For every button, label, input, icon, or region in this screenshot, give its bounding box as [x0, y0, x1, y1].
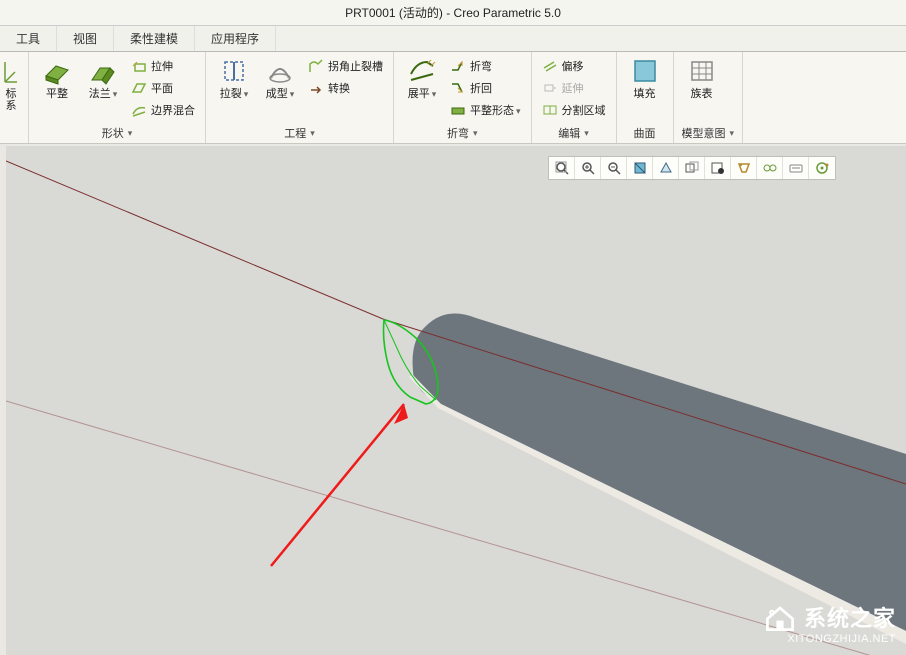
extrude-icon [131, 58, 147, 74]
window-title: PRT0001 (活动的) - Creo Parametric 5.0 [345, 6, 561, 20]
corner-relief-icon [308, 58, 324, 74]
group-label-engineering[interactable]: 工程 [214, 121, 385, 143]
graphics-viewport[interactable]: 系统之家 XITONGZHIJIA.NET [6, 146, 906, 655]
group-label-shape[interactable]: 形状 [37, 121, 197, 143]
display-style-icon[interactable] [653, 157, 679, 179]
spin-center-icon[interactable] [809, 157, 835, 179]
datum-display-icon[interactable] [757, 157, 783, 179]
annotation-display-icon[interactable] [783, 157, 809, 179]
ribbon: 标系 系 平整 法兰 拉伸 [0, 52, 906, 144]
flat-form-icon [450, 102, 466, 118]
watermark-url: XITONGZHIJIA.NET [787, 633, 896, 645]
unbend-button[interactable]: 折回 [448, 78, 523, 98]
tab-view[interactable]: 视图 [57, 26, 114, 51]
saved-views-icon[interactable] [679, 157, 705, 179]
refit-icon[interactable] [549, 157, 575, 179]
split-area-button[interactable]: 分割区域 [540, 100, 608, 120]
fill-button[interactable]: 填充 [625, 56, 665, 100]
tear-icon [219, 56, 249, 86]
group-shape: 平整 法兰 拉伸 平面 边界混合 [29, 52, 206, 143]
flange-icon [88, 56, 118, 86]
group-label-intent[interactable]: 模型意图 [682, 121, 735, 143]
model-scene [6, 146, 906, 655]
group-bend: 展平 折弯 折回 平整形态 折弯 [394, 52, 532, 143]
unbend-icon [450, 80, 466, 96]
tab-flexible-modeling[interactable]: 柔性建模 [114, 26, 195, 51]
group-model-intent: 族表 模型意图 [674, 52, 744, 143]
coord-sys-button[interactable]: 标系 [2, 56, 20, 112]
watermark: 系统之家 XITONGZHIJIA.NET [762, 599, 896, 645]
extend-icon [542, 80, 558, 96]
plane-button[interactable]: 平面 [129, 78, 197, 98]
convert-icon [308, 80, 324, 96]
flatten-icon [407, 56, 437, 86]
repaint-icon[interactable] [627, 157, 653, 179]
offset-button[interactable]: 偏移 [540, 56, 608, 76]
family-table-icon [687, 56, 717, 86]
coord-sys-icon [0, 56, 26, 86]
title-bar: PRT0001 (活动的) - Creo Parametric 5.0 [0, 0, 906, 26]
flatten-button[interactable]: 展平 [402, 56, 442, 120]
house-icon [762, 599, 798, 635]
group-label-edit[interactable]: 编辑 [540, 121, 608, 143]
view-toolbar [548, 156, 836, 180]
zoom-in-icon[interactable] [575, 157, 601, 179]
flat-icon [42, 56, 72, 86]
group-engineering: 拉裂 成型 拐角止裂槽 转换 工程 [206, 52, 394, 143]
convert-button[interactable]: 转换 [306, 78, 385, 98]
coord-sys-label: 标系 [4, 88, 18, 112]
extrude-button[interactable]: 拉伸 [129, 56, 197, 76]
boundary-blend-button[interactable]: 边界混合 [129, 100, 197, 120]
corner-relief-button[interactable]: 拐角止裂槽 [306, 56, 385, 76]
view-manager-icon[interactable] [705, 157, 731, 179]
zoom-out-icon[interactable] [601, 157, 627, 179]
tab-tools[interactable]: 工具 [0, 26, 57, 51]
offset-icon [542, 58, 558, 74]
perspective-icon[interactable] [731, 157, 757, 179]
group-label-surface: 曲面 [625, 121, 665, 143]
tab-applications[interactable]: 应用程序 [195, 26, 276, 51]
family-table-button[interactable]: 族表 [682, 56, 722, 100]
flat-button[interactable]: 平整 [37, 56, 77, 120]
boundary-blend-icon [131, 102, 147, 118]
graphics-viewport-area: 系统之家 XITONGZHIJIA.NET [0, 144, 906, 655]
form-button[interactable]: 成型 [260, 56, 300, 120]
group-edit: 偏移 延伸 分割区域 编辑 [532, 52, 617, 143]
group-surface: 填充 曲面 [617, 52, 674, 143]
form-icon [265, 56, 295, 86]
flange-button[interactable]: 法兰 [83, 56, 123, 120]
ribbon-tabbar: 工具 视图 柔性建模 应用程序 [0, 26, 906, 52]
plane-icon [131, 80, 147, 96]
fill-icon [630, 56, 660, 86]
flat-form-button[interactable]: 平整形态 [448, 100, 523, 120]
group-label-coords: 系 [2, 121, 20, 143]
split-area-icon [542, 102, 558, 118]
watermark-brand: 系统之家 [804, 601, 896, 633]
bend-button[interactable]: 折弯 [448, 56, 523, 76]
bend-icon [450, 58, 466, 74]
group-label-bend[interactable]: 折弯 [402, 121, 523, 143]
extend-button: 延伸 [540, 78, 608, 98]
tear-button[interactable]: 拉裂 [214, 56, 254, 120]
